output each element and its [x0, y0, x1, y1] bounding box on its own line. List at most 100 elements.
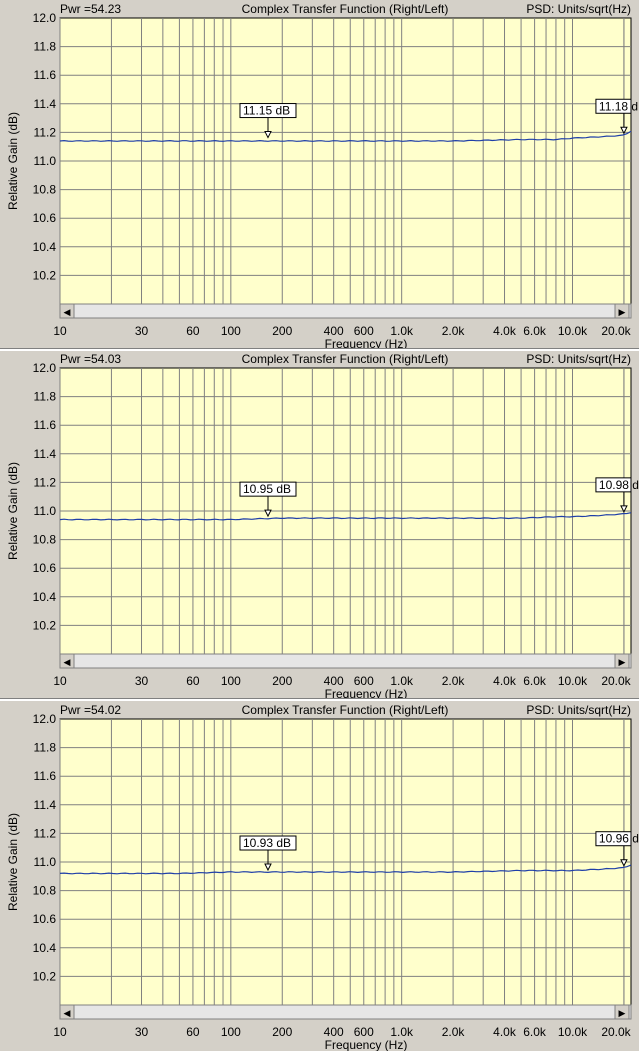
y-tick-label: 12.0 — [33, 11, 57, 25]
x-tick-label: 4.0k — [493, 324, 517, 338]
transfer-function-chart: Pwr =54.03 Complex Transfer Function (Rig… — [0, 350, 639, 700]
y-tick-label: 10.4 — [33, 240, 57, 254]
x-tick-label: 6.0k — [523, 674, 547, 688]
x-tick-label: 10.0k — [558, 674, 588, 688]
chart-svg: Pwr =54.02 Complex Transfer Function (Rig… — [6, 703, 639, 1051]
x-tick-label: 10 — [53, 674, 67, 688]
y-tick-label: 12.0 — [33, 361, 57, 375]
y-tick-label: 10.2 — [33, 969, 57, 983]
y-tick-label: 11.4 — [34, 97, 57, 111]
y-tick-label: 11.6 — [34, 769, 57, 783]
scroll-left-button[interactable]: ◀ — [59, 1004, 75, 1020]
x-tick-label: 2.0k — [442, 674, 466, 688]
x-tick-label: 4.0k — [493, 674, 517, 688]
power-readout: Pwr =54.03 — [60, 352, 121, 366]
y-tick-label: 11.8 — [34, 40, 57, 54]
x-tick-label: 20.0k — [601, 1025, 631, 1039]
x-tick-label: 10.0k — [558, 1025, 588, 1039]
x-axis-label: Frequency (Hz) — [325, 1038, 408, 1051]
x-tick-label: 200 — [272, 1025, 292, 1039]
y-tick-label: 11.6 — [34, 68, 57, 82]
horizontal-scrollbar[interactable]: ◀ ▶ — [59, 303, 632, 319]
y-tick-label: 11.8 — [34, 390, 57, 404]
x-tick-label: 400 — [324, 1025, 344, 1039]
x-tick-label: 60 — [186, 674, 200, 688]
y-tick-label: 11.4 — [34, 447, 57, 461]
x-tick-label: 600 — [354, 674, 374, 688]
horizontal-scrollbar[interactable]: ◀ ▶ — [59, 653, 632, 669]
x-tick-label: 10 — [53, 1025, 67, 1039]
y-tick-label: 12.0 — [33, 712, 57, 726]
y-tick-label: 10.2 — [33, 268, 57, 282]
y-tick-label: 10.2 — [33, 618, 57, 632]
y-tick-label: 10.6 — [33, 912, 57, 926]
x-tick-label: 30 — [135, 1025, 149, 1039]
panel-divider — [0, 348, 639, 351]
scroll-left-icon: ◀ — [64, 1008, 71, 1018]
scroll-right-button[interactable]: ▶ — [614, 653, 630, 669]
psd-units-label: PSD: Units/sqrt(Hz) — [526, 703, 631, 717]
scroll-right-button[interactable]: ▶ — [614, 303, 630, 319]
marker-label: 10.96 d — [599, 832, 639, 846]
y-tick-label: 11.0 — [34, 504, 57, 518]
y-tick-label: 10.6 — [33, 211, 57, 225]
scrollbar-track[interactable] — [59, 1004, 632, 1020]
panel-divider — [0, 698, 639, 701]
x-tick-label: 100 — [221, 674, 241, 688]
scrollbar-track[interactable] — [59, 303, 632, 319]
y-tick-label: 11.2 — [34, 826, 57, 840]
y-axis-label: Relative Gain (dB) — [6, 462, 20, 560]
scrollbar-track[interactable] — [59, 653, 632, 669]
scroll-left-icon: ◀ — [64, 657, 71, 667]
x-tick-label: 10.0k — [558, 324, 588, 338]
y-tick-label: 10.6 — [33, 561, 57, 575]
x-tick-label: 200 — [272, 324, 292, 338]
marker-label: 10.93 dB — [243, 836, 291, 850]
x-tick-label: 400 — [324, 324, 344, 338]
x-tick-label: 20.0k — [601, 324, 631, 338]
x-tick-label: 6.0k — [523, 1025, 547, 1039]
x-tick-label: 2.0k — [442, 1025, 466, 1039]
x-tick-label: 600 — [354, 324, 374, 338]
x-tick-label: 200 — [272, 674, 292, 688]
horizontal-scrollbar[interactable]: ◀ ▶ — [59, 1004, 632, 1020]
scroll-left-button[interactable]: ◀ — [59, 653, 75, 669]
y-tick-label: 11.4 — [34, 798, 57, 812]
y-tick-label: 11.8 — [34, 741, 57, 755]
chart-svg: Pwr =54.23 Complex Transfer Function (Rig… — [6, 2, 638, 350]
psd-units-label: PSD: Units/sqrt(Hz) — [526, 2, 631, 16]
y-tick-label: 11.0 — [34, 154, 57, 168]
chart-title: Complex Transfer Function (Right/Left) — [242, 703, 449, 717]
x-tick-label: 600 — [354, 1025, 374, 1039]
marker-label: 10.98 d — [599, 478, 639, 492]
x-tick-label: 60 — [186, 1025, 200, 1039]
x-tick-label: 6.0k — [523, 324, 547, 338]
y-tick-label: 10.8 — [33, 183, 57, 197]
power-readout: Pwr =54.02 — [60, 703, 121, 717]
power-readout: Pwr =54.23 — [60, 2, 121, 16]
x-tick-label: 10 — [53, 324, 67, 338]
x-tick-label: 100 — [221, 324, 241, 338]
y-tick-label: 10.8 — [33, 533, 57, 547]
y-tick-label: 10.4 — [33, 590, 57, 604]
x-tick-label: 1.0k — [390, 1025, 414, 1039]
marker-label: 11.15 dB — [243, 104, 290, 118]
chart-title: Complex Transfer Function (Right/Left) — [242, 352, 449, 366]
y-tick-label: 11.2 — [34, 125, 57, 139]
marker-label: 11.18 d — [599, 99, 638, 113]
y-axis-label: Relative Gain (dB) — [6, 112, 20, 210]
scroll-left-icon: ◀ — [64, 307, 71, 317]
chart-title: Complex Transfer Function (Right/Left) — [242, 2, 449, 16]
x-tick-label: 60 — [186, 324, 200, 338]
x-tick-label: 1.0k — [390, 674, 414, 688]
x-tick-label: 100 — [221, 1025, 241, 1039]
scroll-right-icon: ▶ — [619, 307, 626, 317]
x-tick-label: 30 — [135, 674, 149, 688]
x-tick-label: 2.0k — [442, 324, 466, 338]
scroll-left-button[interactable]: ◀ — [59, 303, 75, 319]
scroll-right-button[interactable]: ▶ — [614, 1004, 630, 1020]
psd-units-label: PSD: Units/sqrt(Hz) — [526, 352, 631, 366]
x-tick-label: 30 — [135, 324, 149, 338]
scroll-right-icon: ▶ — [619, 1008, 626, 1018]
x-tick-label: 400 — [324, 674, 344, 688]
